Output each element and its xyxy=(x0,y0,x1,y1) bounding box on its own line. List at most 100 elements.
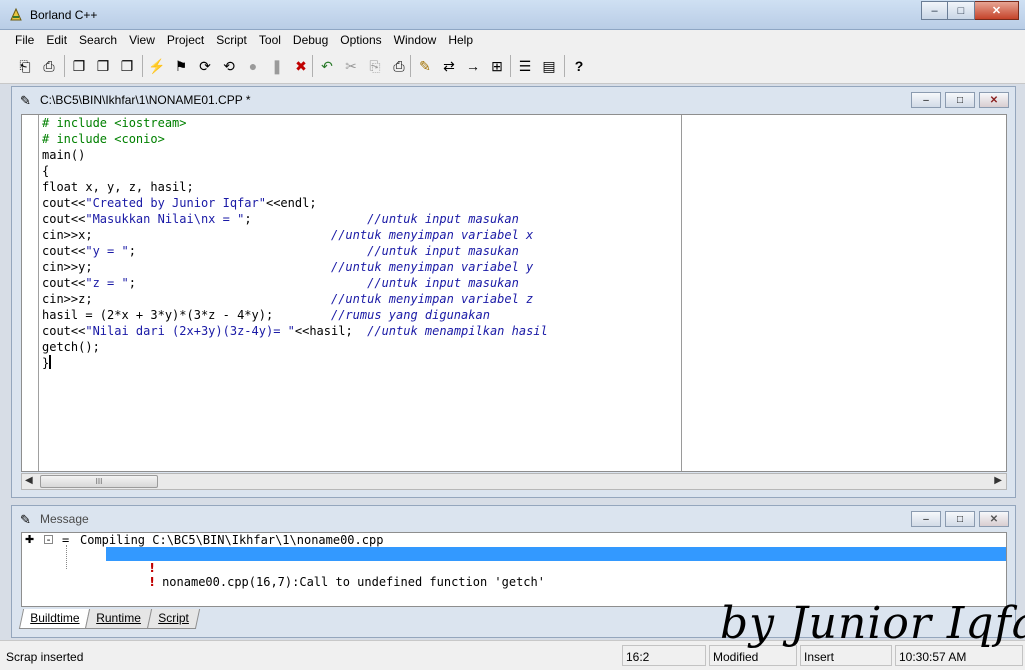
undo-icon[interactable]: ↶ xyxy=(316,55,338,77)
message-close-button[interactable]: ✕ xyxy=(979,511,1009,527)
view-project-icon[interactable]: ▤ xyxy=(538,55,560,77)
tree-line xyxy=(66,545,67,569)
menu-project[interactable]: Project xyxy=(161,30,210,50)
code-line[interactable]: } xyxy=(42,355,548,371)
toolbar-separator xyxy=(564,55,565,77)
code-line[interactable]: cout<<"Masukkan Nilai\nx = "; //untuk in… xyxy=(42,211,548,227)
code-line[interactable]: # include <iostream> xyxy=(42,115,548,131)
copy-icon[interactable]: ⎘ xyxy=(364,55,386,77)
source-code[interactable]: # include <iostream> # include <conio> mai… xyxy=(42,115,548,371)
preprocessor-token: # include <iostream> xyxy=(42,116,187,130)
open-project-icon[interactable]: ⎗ xyxy=(14,55,36,77)
scroll-right-icon[interactable]: ▶ xyxy=(994,475,1002,486)
tab-runtime[interactable]: Runtime xyxy=(85,609,153,629)
scroll-left-icon[interactable]: ◀ xyxy=(25,475,33,486)
step-over-icon[interactable]: ⟳ xyxy=(194,55,216,77)
make-icon[interactable]: ⚡ xyxy=(146,55,168,77)
minimize-button[interactable]: – xyxy=(921,1,948,20)
horizontal-scrollbar[interactable]: ◀ III ▶ xyxy=(21,473,1007,490)
search-again-icon[interactable]: → xyxy=(462,55,484,77)
window-title: Borland C++ xyxy=(30,8,98,22)
message-title: Message xyxy=(40,512,89,526)
text-caret xyxy=(49,355,52,369)
menu-options[interactable]: Options xyxy=(334,30,387,50)
code-line[interactable]: cin>>y; //untuk menyimpan variabel y xyxy=(42,259,548,275)
signature-watermark: by Junior Iqfar xyxy=(720,598,1025,649)
code-token: cin>>z; xyxy=(42,292,331,306)
build-icon[interactable]: ⚑ xyxy=(170,55,192,77)
find-in-files-icon[interactable]: ⊞ xyxy=(486,55,508,77)
menu-search[interactable]: Search xyxy=(73,30,123,50)
code-line[interactable]: cout<<"z = "; //untuk input masukan xyxy=(42,275,548,291)
code-line[interactable]: cin>>z; //untuk menyimpan variabel z xyxy=(42,291,548,307)
code-line[interactable]: cout<<"y = "; //untuk input masukan xyxy=(42,243,548,259)
expand-all-icon[interactable]: ✚ xyxy=(25,533,34,547)
replace-icon[interactable]: ⇄ xyxy=(438,55,460,77)
menu-view[interactable]: View xyxy=(123,30,161,50)
menu-edit[interactable]: Edit xyxy=(40,30,73,50)
help-icon[interactable]: ? xyxy=(568,55,590,77)
comment-token: //rumus yang digunakan xyxy=(330,308,490,322)
error-row[interactable]: ! noname00.cpp(16,7):Call to undefined f… xyxy=(106,561,545,589)
comment-token: //untuk menyimpan variabel z xyxy=(330,292,534,306)
tab-buildtime[interactable]: Buildtime xyxy=(18,609,91,629)
code-token: ; xyxy=(128,244,368,258)
code-line[interactable]: cout<<"Nilai dari (2x+3y)(3z-4y)= "<<has… xyxy=(42,323,548,339)
stop-icon[interactable]: ● xyxy=(242,55,264,77)
close-button[interactable]: ✕ xyxy=(975,1,1019,20)
code-token: ; xyxy=(244,212,368,226)
editor-close-button[interactable]: ✕ xyxy=(979,92,1009,108)
menu-script[interactable]: Script xyxy=(210,30,253,50)
error-icon: ! xyxy=(149,575,155,589)
string-token: "Nilai dari (2x+3y)(3z-4y)= " xyxy=(85,324,295,338)
breakpoint-icon[interactable]: ✖ xyxy=(290,55,312,77)
cut-icon[interactable]: ✂ xyxy=(340,55,362,77)
view-classes-icon[interactable]: ☰ xyxy=(514,55,536,77)
menu-debug[interactable]: Debug xyxy=(287,30,334,50)
code-token: hasil = (2*x + 3*y)*(3*z - 4*y); xyxy=(42,308,331,322)
editor-minimize-button[interactable]: – xyxy=(911,92,941,108)
new-file-icon[interactable]: ❐ xyxy=(68,55,90,77)
string-token: "z = " xyxy=(85,276,129,290)
editor-window: ✎ C:\BC5\BIN\Ikhfar\1\NONAME01.CPP * – □… xyxy=(11,86,1016,498)
menu-window[interactable]: Window xyxy=(388,30,443,50)
paste-icon[interactable]: ⎙ xyxy=(388,55,410,77)
code-token: { xyxy=(42,164,50,178)
code-line[interactable]: cin>>x; //untuk menyimpan variabel x xyxy=(42,227,548,243)
code-token: cout<< xyxy=(42,196,86,210)
find-icon[interactable]: ✎ xyxy=(414,55,436,77)
menu-bar: File Edit Search View Project Script Too… xyxy=(0,30,1025,50)
error-row-selected[interactable]: ! noname00.cpp(14,13):Call to undefined … xyxy=(106,547,1006,575)
maximize-button[interactable]: □ xyxy=(948,1,975,20)
menu-help[interactable]: Help xyxy=(442,30,479,50)
code-line[interactable]: main() xyxy=(42,147,548,163)
code-token: cin>>x; xyxy=(42,228,331,242)
code-line[interactable]: float x, y, z, hasil; xyxy=(42,179,548,195)
save-project-icon[interactable]: ⎙ xyxy=(38,55,60,77)
tab-script[interactable]: Script xyxy=(146,609,200,629)
editor-file-path: C:\BC5\BIN\Ikhfar\1\NONAME01.CPP * xyxy=(40,93,251,107)
toolbar-separator xyxy=(510,55,511,77)
open-file-icon[interactable]: ❐ xyxy=(92,55,114,77)
code-editor[interactable]: # include <iostream> # include <conio> mai… xyxy=(21,114,1007,472)
code-line[interactable]: hasil = (2*x + 3*y)*(3*z - 4*y); //rumus… xyxy=(42,307,548,323)
menu-tool[interactable]: Tool xyxy=(253,30,287,50)
code-token: cin>>y; xyxy=(42,260,331,274)
scrollbar-thumb[interactable]: III xyxy=(40,475,158,488)
save-file-icon[interactable]: ❐ xyxy=(116,55,138,77)
menu-file[interactable]: File xyxy=(9,30,40,50)
message-maximize-button[interactable]: □ xyxy=(945,511,975,527)
trace-into-icon[interactable]: ⟲ xyxy=(218,55,240,77)
message-minimize-button[interactable]: – xyxy=(911,511,941,527)
editor-maximize-button[interactable]: □ xyxy=(945,92,975,108)
collapse-node-icon[interactable]: - xyxy=(44,534,53,545)
code-line[interactable]: getch(); xyxy=(42,339,548,355)
string-token: "Masukkan Nilai\nx = " xyxy=(85,212,245,226)
message-list[interactable]: ✚ - = Compiling C:\BC5\BIN\Ikhfar\1\nona… xyxy=(21,532,1007,607)
code-line[interactable]: { xyxy=(42,163,548,179)
pause-icon[interactable]: ❚ xyxy=(266,55,288,77)
compiling-message[interactable]: Compiling C:\BC5\BIN\Ikhfar\1\noname00.c… xyxy=(80,533,383,547)
status-message: Scrap inserted xyxy=(6,650,84,664)
code-line[interactable]: # include <conio> xyxy=(42,131,548,147)
code-line[interactable]: cout<<"Created by Junior Iqfar"<<endl; xyxy=(42,195,548,211)
